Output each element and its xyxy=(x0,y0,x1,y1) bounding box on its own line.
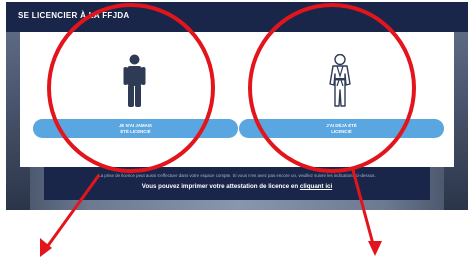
annotation-overlay xyxy=(40,3,416,257)
red-arrow-right xyxy=(351,169,382,256)
red-circle-right xyxy=(248,3,416,173)
red-circle-left xyxy=(47,3,215,173)
red-arrow-left xyxy=(40,174,101,257)
